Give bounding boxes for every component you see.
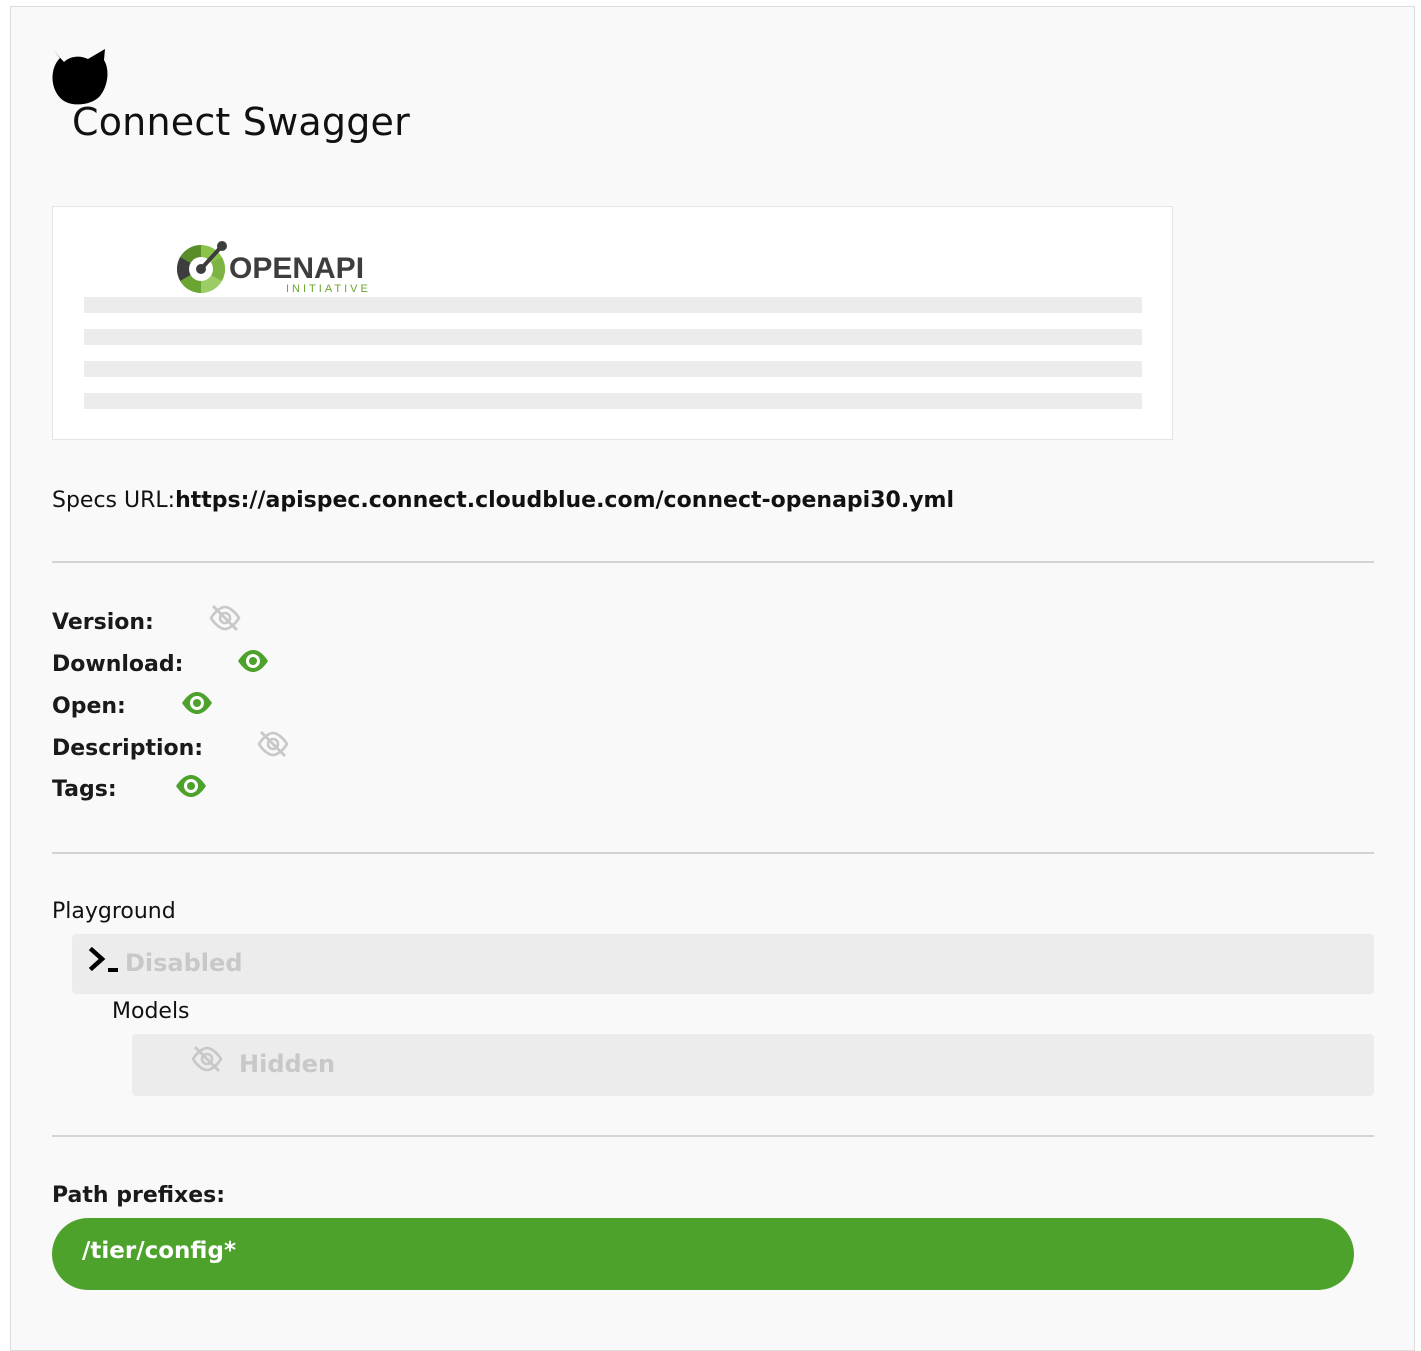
download-label: Download:	[52, 652, 184, 677]
eye-icon[interactable]	[174, 771, 208, 801]
placeholder-line	[84, 329, 1142, 345]
version-label: Version:	[52, 610, 154, 635]
openapi-logo: OPENAPI INITIATIVE	[176, 241, 371, 295]
specs-url-value[interactable]: https://apispec.connect.cloudblue.com/co…	[175, 488, 954, 513]
path-prefixes-label: Path prefixes:	[52, 1183, 226, 1208]
models-status: Hidden	[239, 1050, 336, 1078]
app-logo-icon	[52, 49, 108, 105]
eye-slash-icon[interactable]	[256, 729, 290, 759]
eye-slash-icon[interactable]	[208, 603, 242, 633]
divider	[52, 1135, 1374, 1137]
playground-status: Disabled	[125, 949, 243, 977]
description-label: Description:	[52, 736, 204, 761]
divider	[52, 561, 1374, 563]
path-prefix-text: /tier/config*	[82, 1238, 236, 1264]
specs-url-label: Specs URL:	[52, 488, 176, 513]
specs-url-row: Specs URL:https://apispec.connect.cloudb…	[52, 488, 954, 513]
terminal-icon	[88, 946, 118, 972]
tags-label: Tags:	[52, 777, 117, 802]
placeholder-line	[84, 361, 1142, 377]
placeholder-line	[84, 393, 1142, 409]
path-prefix-chip[interactable]	[52, 1218, 1354, 1290]
eye-icon[interactable]	[236, 646, 270, 676]
divider	[52, 852, 1374, 854]
playground-label: Playground	[52, 899, 176, 924]
openapi-brand-text: OPENAPI	[229, 252, 364, 285]
playground-panel[interactable]	[72, 934, 1374, 994]
eye-slash-icon	[191, 1046, 223, 1072]
eye-icon[interactable]	[180, 688, 214, 718]
models-label: Models	[112, 999, 190, 1024]
open-label: Open:	[52, 694, 126, 719]
placeholder-line	[84, 297, 1142, 313]
page-title: Connect Swagger	[72, 100, 410, 144]
openapi-tagline-text: INITIATIVE	[286, 283, 371, 295]
